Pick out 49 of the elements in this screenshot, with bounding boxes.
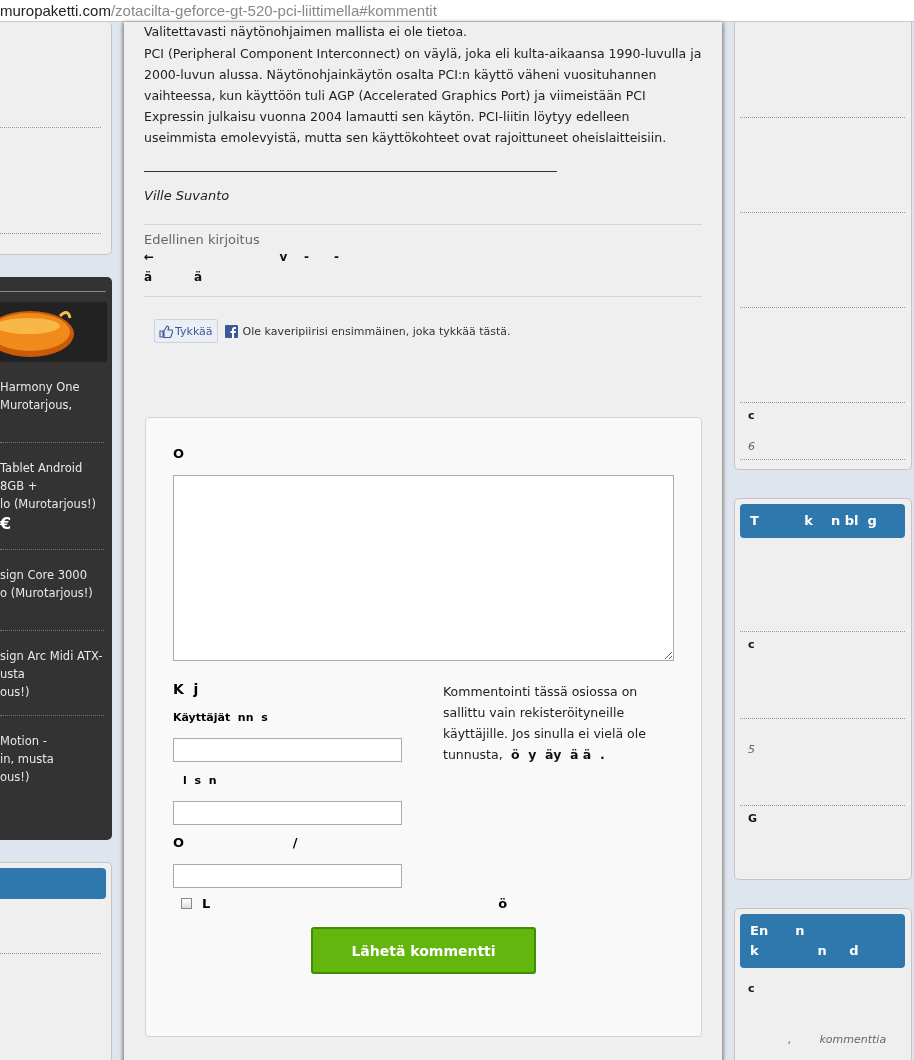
entry-title[interactable]: c [748,638,897,651]
offer-title[interactable]: Harmony One [0,378,104,396]
offer-title[interactable]: lo (Murotarjous!) [0,495,104,513]
comment-field[interactable] [173,475,674,661]
entry-meta: 6 [748,440,756,453]
entry-meta: 5 [748,743,756,756]
offer-title[interactable]: Murotarjous, [0,396,104,414]
field-label: O / [173,835,299,850]
entry-title[interactable]: c [748,982,897,995]
checkbox-label: L [202,896,211,911]
register-link[interactable]: ö y äy ä ä . [506,747,605,762]
password-field[interactable] [173,801,402,825]
entry-meta: , kommenttia [787,1033,888,1046]
entry-title[interactable]: c [748,409,897,422]
url-domain: muropaketti.com [0,2,111,19]
offer-title[interactable]: sign Core 3000 [0,566,104,584]
previous-post-link[interactable]: ← v - - ä ä [144,247,702,287]
sidebar-header: T k n bl g [740,504,905,538]
offer-price: € [0,513,13,535]
sidebar-header: En n k n d [740,914,905,968]
entry-title[interactable]: G [748,812,897,825]
offer-title[interactable]: Tablet Android [0,459,104,477]
offer-title[interactable]: o (Murotarjous!) [0,584,104,602]
field-label: Käyttäjät nn s [173,711,269,724]
like-button[interactable]: Tykkää [154,319,218,343]
article-text: Valitettavasti näytönohjaimen mallista ei ole tietoa. [144,23,469,41]
offer-title[interactable]: in, musta [0,750,104,768]
input-field[interactable] [173,864,402,888]
article-text: PCI (Peripheral Component Interconnect) on väylä, joka eli kulta-aikaansa 1990-luvulla ja 2000-luvun alussa. Näytönohjainkäytön osalta PCI:n käyttö väheni vuosituhannen vaihteessa, kun käyttöön tuli AGP (Accelerated Graphics Port) ja viimeistään PCI Expressin julkaisu vuonna 2004 lamautti sen käytön. PCI-liitin löytyy edelleen useimmista emolevyistä, mutta sen käyttökohteet ovat rajoittuneet oheislaitteisiin. [144,45,702,147]
login-note: Kommentointi tässä osiossa on sallittu vain rekisteröityneille käyttäjille. Jos sinulla ei vielä ole tunnusta, ö y äy ä ä . [443,683,647,764]
offer-title[interactable]: Motion - [0,732,104,750]
author-name: Ville Suvanto [144,188,231,203]
offer-title[interactable]: usta [0,665,104,683]
checkbox-label: ö [498,896,508,911]
username-field[interactable] [173,738,402,762]
facebook-icon [224,324,238,338]
previous-label: Edellinen kirjoitus [144,232,261,247]
url-path: /zotacilta-geforce-gt-520-pci-liittimella#kommentit [110,2,437,19]
address-bar[interactable]: muropaketti.com/zotacilta-geforce-gt-520-pci-liittimella#kommentit [0,0,914,22]
offer-title[interactable]: 8GB + [0,477,104,495]
form-heading: O [173,446,186,461]
offer-title[interactable]: ous!) [0,768,104,786]
checkbox[interactable] [181,898,192,909]
field-label: l s n [183,774,218,787]
login-heading: K j [173,681,200,697]
like-text: Ole kaveripiirisi ensimmäinen, joka tykkää tästä. [242,324,511,338]
thumbs-up-icon [159,324,173,338]
offer-title[interactable]: ous!) [0,683,104,701]
offer-title[interactable]: sign Arc Midi ATX- [0,647,104,665]
